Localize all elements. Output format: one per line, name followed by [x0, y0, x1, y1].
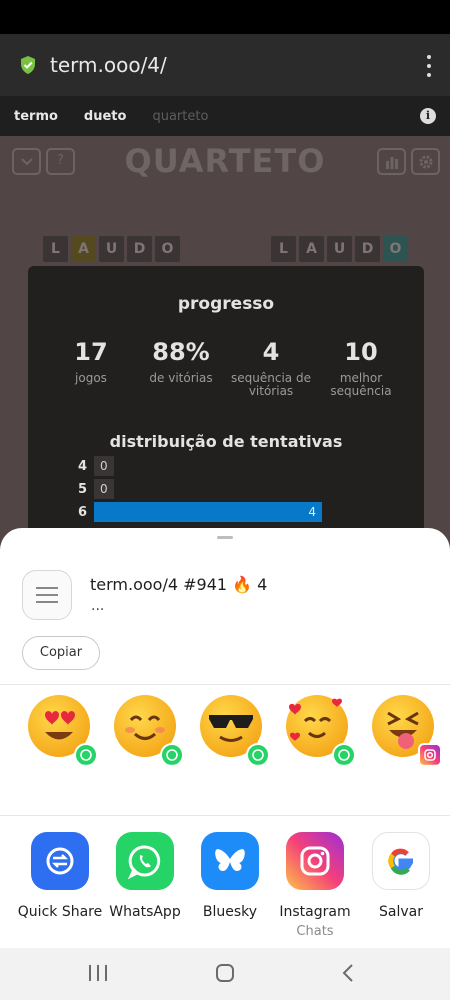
contact-squinting-tongue[interactable]: [372, 695, 444, 767]
more-options-icon[interactable]: [426, 55, 432, 77]
gear-icon[interactable]: [411, 148, 440, 175]
share-target-whatsapp[interactable]: WhatsApp: [100, 832, 190, 920]
stat-current-streak: 4 sequência de vitórias: [231, 338, 311, 398]
home-icon[interactable]: [216, 964, 234, 982]
letter-tile: U: [99, 236, 124, 262]
tab-quarteto[interactable]: quarteto: [152, 109, 208, 124]
letter-tile: O: [155, 236, 180, 262]
contact-smiling-hearts[interactable]: [286, 695, 358, 767]
instagram-icon: [286, 832, 344, 890]
share-title: term.ooo/4 #941 🔥 4: [90, 575, 268, 594]
letter-tile: A: [299, 236, 324, 262]
document-icon: [22, 570, 72, 620]
letter-tile: D: [355, 236, 380, 262]
url-text[interactable]: term.ooo/4/: [50, 53, 167, 77]
letter-tile: L: [43, 236, 68, 262]
whatsapp-icon: [116, 832, 174, 890]
shield-check-icon: [21, 56, 35, 74]
divider: [0, 684, 450, 685]
share-target-quick-share[interactable]: Quick Share: [15, 832, 105, 920]
contact-sunglasses[interactable]: [200, 695, 272, 767]
drag-handle[interactable]: [217, 536, 233, 539]
stat-win-rate: 88% de vitórias: [149, 338, 213, 385]
copy-button[interactable]: Copiar: [22, 636, 100, 670]
divider: [0, 815, 450, 816]
info-icon[interactable]: i: [420, 108, 436, 124]
contact-smiling[interactable]: [114, 695, 186, 767]
share-target-instagram[interactable]: Instagram Chats: [270, 832, 360, 939]
recent-apps-icon[interactable]: [89, 965, 107, 981]
browser-url-bar[interactable]: term.ooo/4/: [0, 34, 450, 96]
back-icon[interactable]: [341, 962, 355, 984]
share-subtitle: ...: [91, 598, 105, 614]
share-apps-row: Quick Share WhatsApp Bluesky Instagram C…: [0, 832, 450, 942]
letter-tile: D: [127, 236, 152, 262]
share-target-bluesky[interactable]: Bluesky: [185, 832, 275, 920]
status-bar: [0, 0, 450, 34]
distribution-row: 4 0: [78, 456, 114, 476]
distribution-row: 5 0: [78, 479, 114, 499]
game-mode-nav: termo dueto quarteto i: [0, 96, 450, 136]
letter-tile: O: [383, 236, 408, 262]
letter-tile: A: [71, 236, 96, 262]
google-icon: [372, 832, 430, 890]
stat-games: 17 jogos: [74, 338, 108, 385]
tab-termo[interactable]: termo: [14, 109, 58, 124]
bluesky-icon: [201, 832, 259, 890]
share-target-save[interactable]: Salvar: [356, 832, 446, 920]
letter-tile: L: [271, 236, 296, 262]
contacts-fade: [0, 764, 450, 814]
board-left-row: L A U D O: [43, 236, 180, 262]
system-navigation-bar: [0, 948, 450, 1000]
progress-heading: progresso: [177, 294, 275, 314]
distribution-row: 6 4: [78, 502, 322, 522]
stat-best-streak: 10 melhor sequência: [330, 338, 392, 398]
stats-icon[interactable]: [377, 148, 406, 175]
distribution-heading: distribuição de tentativas: [109, 432, 343, 451]
tab-dueto[interactable]: dueto: [84, 109, 127, 124]
letter-tile: U: [327, 236, 352, 262]
board-right-row: L A U D O: [271, 236, 408, 262]
contact-heart-eyes[interactable]: [28, 695, 100, 767]
quick-share-icon: [31, 832, 89, 890]
share-sheet: term.ooo/4 #941 🔥 4 ... Copiar Quick Sha…: [0, 528, 450, 948]
